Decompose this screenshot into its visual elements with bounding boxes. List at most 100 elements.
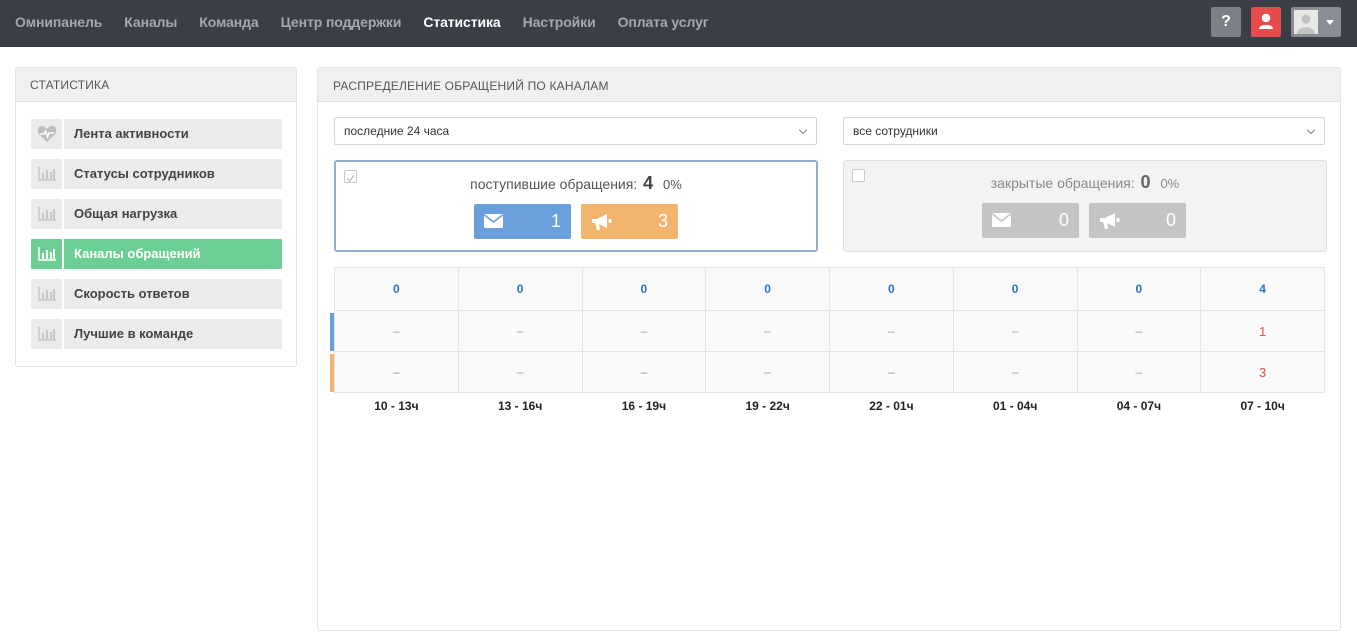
operator-status-button[interactable] — [1251, 7, 1281, 37]
heartbeat-icon — [37, 125, 56, 142]
closed-count: 0 — [1140, 172, 1151, 192]
closed-percent: 0% — [1160, 176, 1180, 191]
total-cell: 0 — [457, 267, 583, 311]
total-cell: 0 — [952, 267, 1078, 311]
interval-label: 01 - 04ч — [953, 392, 1077, 419]
sidebar-item-response-speed[interactable]: Скорость ответов — [31, 279, 282, 309]
sidebar-title: СТАТИСТИКА — [16, 68, 296, 102]
megaphone-icon — [1100, 213, 1120, 229]
envelope-icon — [992, 213, 1011, 227]
chevron-down-icon — [1326, 20, 1334, 25]
period-select-value: последние 24 часа — [344, 124, 450, 138]
nav-channels[interactable]: Каналы — [124, 14, 177, 30]
bar-chart-icon — [37, 247, 56, 261]
email-cell: – — [457, 310, 583, 352]
sidebar-item-activity-feed[interactable]: Лента активности — [31, 119, 282, 149]
sidebar-item-label: Лучшие в команде — [74, 326, 194, 341]
period-select[interactable]: последние 24 часа — [334, 117, 817, 145]
megaphone-cell: – — [334, 351, 459, 393]
total-cell: 0 — [1076, 267, 1202, 311]
megaphone-cell: – — [952, 351, 1078, 393]
incoming-count: 4 — [643, 173, 654, 193]
nav-omnipanel[interactable]: Омнипанель — [15, 14, 102, 30]
bar-chart-icon — [37, 167, 56, 181]
avatar — [1294, 10, 1318, 34]
interval-labels-row: 10 - 13ч 13 - 16ч 16 - 19ч 19 - 22ч 22 -… — [334, 392, 1325, 419]
incoming-requests-card[interactable]: поступившие обращения: 4 0% 1 3 — [334, 160, 818, 252]
chevron-down-icon — [798, 125, 808, 135]
sidebar-item-request-channels[interactable]: Каналы обращений — [31, 239, 282, 269]
interval-label: 22 - 01ч — [829, 392, 954, 419]
closed-megaphone-count: 0 — [1165, 210, 1176, 230]
megaphone-cell: – — [457, 351, 583, 393]
user-icon — [1259, 13, 1273, 29]
megaphone-icon — [592, 214, 612, 230]
top-navbar: Омнипанель Каналы Команда Центр поддержк… — [0, 0, 1357, 47]
incoming-email-pill[interactable]: 1 — [474, 204, 571, 239]
incoming-percent: 0% — [663, 177, 682, 192]
total-cell: 4 — [1200, 267, 1325, 311]
staff-select-value: все сотрудники — [853, 124, 938, 138]
email-cell: – — [334, 310, 459, 352]
bar-chart-icon — [37, 327, 56, 341]
sidebar-item-staff-statuses[interactable]: Статусы сотрудников — [31, 159, 282, 189]
interval-label: 19 - 22ч — [705, 392, 830, 419]
incoming-email-count: 1 — [550, 211, 561, 231]
megaphone-cell: – — [829, 351, 954, 393]
email-cell: – — [829, 310, 954, 352]
channels-distribution-panel: РАСПРЕДЕЛЕНИЕ ОБРАЩЕНИЙ ПО КАНАЛАМ после… — [317, 67, 1341, 631]
incoming-megaphone-pill[interactable]: 3 — [581, 204, 678, 239]
nav-team[interactable]: Команда — [199, 14, 258, 30]
bar-chart-icon — [37, 207, 56, 221]
statistics-sidebar: СТАТИСТИКА Лента активности Статусы сотр… — [15, 67, 297, 367]
totals-row: 0 0 0 0 0 0 0 4 — [334, 267, 1325, 311]
megaphone-cell: – — [581, 351, 707, 393]
interval-label: 16 - 19ч — [582, 392, 706, 419]
total-cell: 0 — [334, 267, 459, 311]
closed-requests-card[interactable]: закрытые обращения: 0 0% 0 0 — [843, 160, 1327, 252]
nav-support-center[interactable]: Центр поддержки — [281, 14, 402, 30]
sidebar-item-label: Общая нагрузка — [74, 206, 178, 221]
closed-email-count: 0 — [1058, 210, 1069, 230]
megaphone-cell: 3 — [1200, 351, 1325, 393]
panel-title: РАСПРЕДЕЛЕНИЕ ОБРАЩЕНИЙ ПО КАНАЛАМ — [318, 68, 1340, 102]
email-cell: – — [1076, 310, 1202, 352]
closed-email-pill[interactable]: 0 — [982, 203, 1079, 238]
megaphone-cell: – — [1076, 351, 1202, 393]
avatar-placeholder-icon — [1297, 14, 1315, 34]
total-cell: 0 — [581, 267, 707, 311]
megaphone-cell: – — [705, 351, 830, 393]
interval-label: 07 - 10ч — [1200, 392, 1325, 419]
channels-by-interval-table: 0 0 0 0 0 0 0 4 – – – – – – – 1 – – – – … — [334, 267, 1325, 419]
sidebar-item-label: Скорость ответов — [74, 286, 190, 301]
closed-label: закрытые обращения: — [990, 175, 1135, 191]
email-cell: – — [581, 310, 707, 352]
incoming-megaphone-count: 3 — [657, 211, 668, 231]
help-button[interactable]: ? — [1211, 7, 1241, 37]
sidebar-item-label: Каналы обращений — [74, 246, 201, 261]
chevron-down-icon — [1306, 125, 1316, 135]
sidebar-item-label: Статусы сотрудников — [74, 166, 215, 181]
interval-label: 10 - 13ч — [334, 392, 459, 419]
sidebar-item-label: Лента активности — [74, 126, 189, 141]
profile-menu-button[interactable] — [1291, 7, 1341, 37]
megaphone-row: – – – – – – – 3 — [334, 351, 1325, 393]
main-nav: Омнипанель Каналы Команда Центр поддержк… — [15, 0, 731, 43]
nav-statistics[interactable]: Статистика — [423, 14, 500, 30]
total-cell: 0 — [705, 267, 830, 311]
email-cell: – — [952, 310, 1078, 352]
interval-label: 04 - 07ч — [1077, 392, 1201, 419]
email-cell: – — [705, 310, 830, 352]
email-cell: 1 — [1200, 310, 1325, 352]
interval-label: 13 - 16ч — [458, 392, 582, 419]
email-row: – – – – – – – 1 — [334, 310, 1325, 352]
closed-megaphone-pill[interactable]: 0 — [1089, 203, 1186, 238]
sidebar-item-team-best[interactable]: Лучшие в команде — [31, 319, 282, 349]
bar-chart-icon — [37, 287, 56, 301]
nav-billing[interactable]: Оплата услуг — [618, 14, 709, 30]
sidebar-item-total-load[interactable]: Общая нагрузка — [31, 199, 282, 229]
total-cell: 0 — [829, 267, 954, 311]
staff-select[interactable]: все сотрудники — [843, 117, 1325, 145]
envelope-icon — [484, 214, 503, 228]
nav-settings[interactable]: Настройки — [523, 14, 596, 30]
